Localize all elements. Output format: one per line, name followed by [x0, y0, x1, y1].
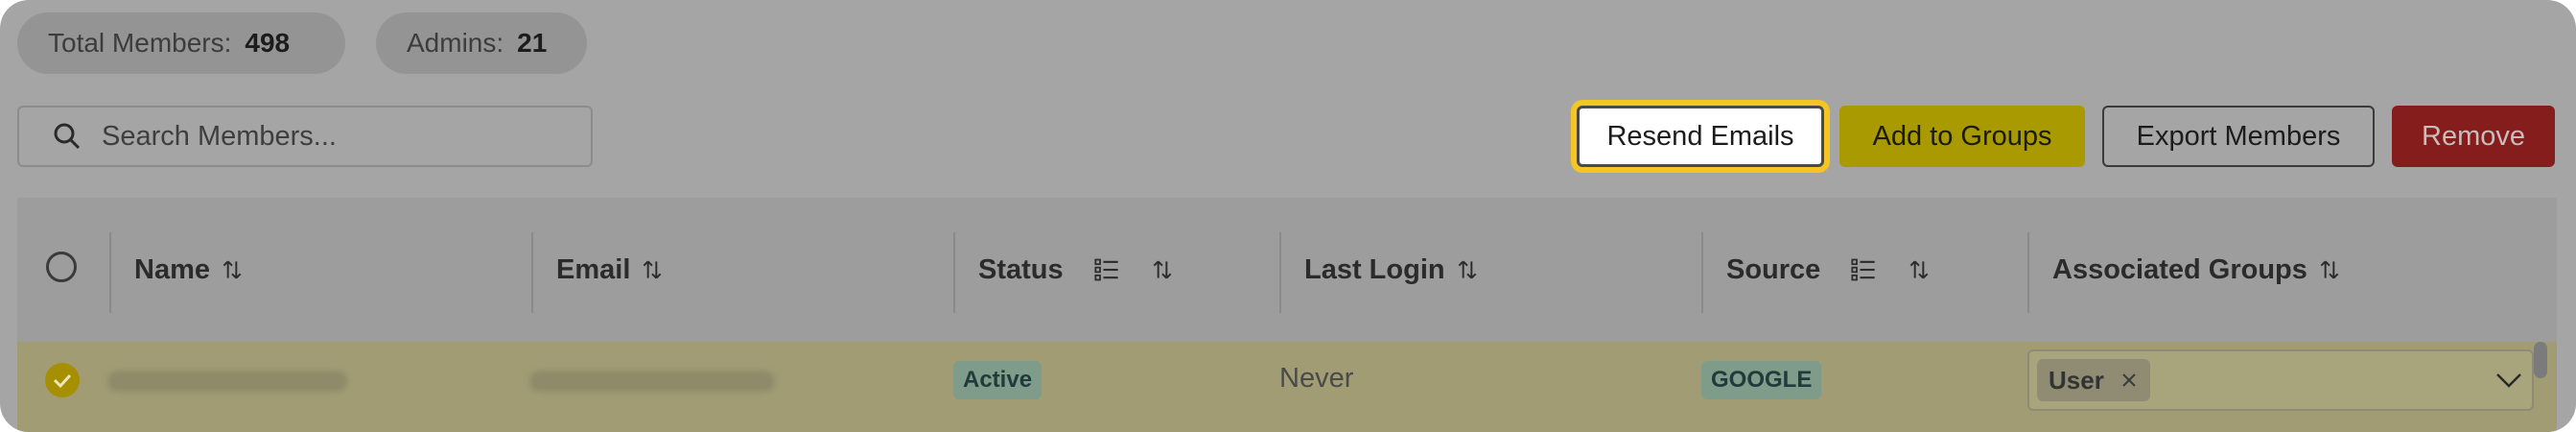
select-all-checkbox[interactable]: [46, 252, 77, 282]
column-divider: [953, 232, 955, 313]
group-chip: User: [2037, 359, 2150, 401]
redacted-email: [529, 371, 775, 392]
resend-emails-button[interactable]: Resend Emails: [1577, 106, 1824, 167]
sort-icon[interactable]: [640, 255, 665, 284]
column-header-status[interactable]: Status: [978, 198, 1175, 342]
add-to-groups-button[interactable]: Add to Groups: [1839, 106, 2085, 167]
remove-button[interactable]: Remove: [2392, 106, 2555, 167]
column-header-last-login[interactable]: Last Login: [1304, 198, 1480, 342]
column-header-groups[interactable]: Associated Groups: [2052, 198, 2342, 342]
total-members-count: 498: [245, 28, 291, 58]
search-members[interactable]: [17, 106, 593, 167]
sort-icon[interactable]: [1907, 255, 1932, 284]
group-chip-label: User: [2049, 365, 2104, 395]
sort-icon[interactable]: [220, 255, 245, 284]
row-checkbox[interactable]: [45, 363, 80, 397]
column-divider: [531, 232, 533, 313]
admins-badge: Admins: 21: [376, 12, 587, 74]
admins-count: 21: [517, 28, 548, 58]
status-badge: Active: [953, 361, 1042, 399]
column-divider: [1279, 232, 1281, 313]
export-members-button[interactable]: Export Members: [2102, 106, 2375, 167]
search-icon: [54, 123, 81, 150]
sort-icon[interactable]: [1150, 255, 1175, 284]
filter-list-icon[interactable]: [1092, 256, 1121, 283]
last-login-value: Never: [1279, 363, 1354, 394]
remove-chip-icon[interactable]: [2119, 371, 2139, 390]
total-members-badge: Total Members: 498: [17, 12, 345, 74]
column-divider: [2027, 232, 2029, 313]
column-header-source[interactable]: Source: [1726, 198, 1932, 342]
sort-icon[interactable]: [1455, 255, 1480, 284]
filter-list-icon[interactable]: [1849, 256, 1878, 283]
column-divider: [1701, 232, 1703, 313]
column-header-name[interactable]: Name: [134, 198, 245, 342]
scrollbar[interactable]: [2534, 342, 2547, 378]
members-panel: Total Members: 498 Admins: 21 Resend Ema…: [0, 0, 2576, 432]
source-badge: GOOGLE: [1701, 361, 1822, 399]
check-icon: [53, 373, 72, 389]
admins-label: Admins:: [407, 28, 504, 58]
column-header-email[interactable]: Email: [556, 198, 665, 342]
chevron-down-icon[interactable]: [2494, 371, 2524, 390]
redacted-name: [107, 371, 347, 392]
column-divider: [109, 232, 111, 313]
search-input[interactable]: [100, 119, 583, 154]
total-members-label: Total Members:: [48, 28, 232, 58]
sort-icon[interactable]: [2317, 255, 2342, 284]
